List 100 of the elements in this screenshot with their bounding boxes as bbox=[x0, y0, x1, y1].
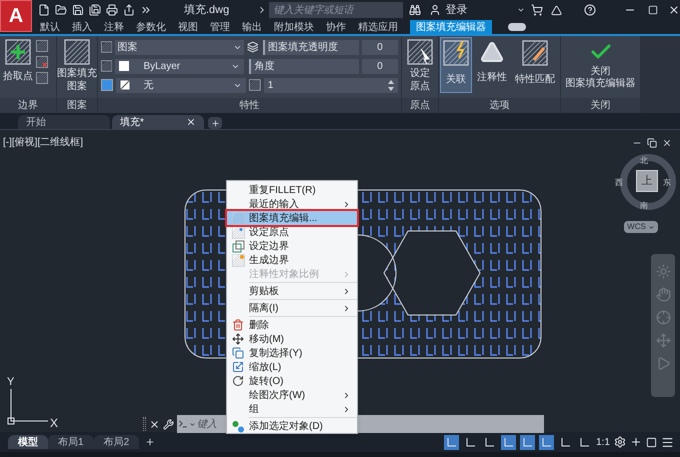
set-origin-button[interactable]: 设定 原点 bbox=[402, 36, 438, 98]
layer-dropdown[interactable]: ByLayer bbox=[115, 58, 244, 74]
panel-title: 选项 bbox=[439, 98, 560, 113]
search-field[interactable]: 键入关键字或短语 bbox=[269, 2, 404, 18]
ribbon-tab[interactable]: 管理 bbox=[210, 20, 230, 34]
share-icon[interactable] bbox=[123, 4, 135, 16]
hatch-edit-icon bbox=[232, 212, 244, 224]
ribbon-tab[interactable]: 图案填充编辑器 bbox=[410, 20, 492, 34]
ribbon-tab[interactable]: 附加模块 bbox=[274, 20, 314, 34]
layout-tab[interactable]: 模型 bbox=[8, 435, 48, 449]
associative-icon bbox=[443, 40, 469, 66]
menu-item[interactable]: 生成边界 bbox=[227, 253, 357, 267]
new-tab-button[interactable] bbox=[208, 117, 222, 129]
option-button[interactable]: 注释性 bbox=[474, 37, 510, 93]
close-icon[interactable] bbox=[668, 4, 680, 16]
panel-title: 特性 bbox=[98, 98, 401, 113]
compass-north: 北 bbox=[640, 155, 648, 167]
ribbon-tab[interactable]: 输出 bbox=[242, 20, 262, 34]
menu-item[interactable]: 隔离(I) bbox=[227, 301, 357, 315]
close-tab-icon[interactable] bbox=[186, 117, 196, 127]
layers-icon[interactable] bbox=[246, 41, 258, 53]
add-layout-icon[interactable] bbox=[145, 437, 156, 447]
ribbon-tab[interactable]: 注释 bbox=[104, 20, 124, 34]
layout-tab[interactable]: 布局1 bbox=[48, 435, 94, 449]
view-cube-face[interactable]: 上 bbox=[636, 170, 658, 192]
angle-value[interactable]: 0 bbox=[362, 58, 398, 74]
menu-item[interactable]: 设定原点 bbox=[227, 225, 357, 239]
workspace-icon[interactable] bbox=[646, 436, 657, 448]
panel-title: 关闭 bbox=[561, 98, 640, 113]
recreate-icon bbox=[36, 72, 48, 84]
corner-icon bbox=[579, 436, 590, 448]
ribbon-tab[interactable]: 默认 bbox=[40, 20, 60, 34]
close-icon[interactable] bbox=[149, 418, 160, 430]
menu-item[interactable]: 设定边界 bbox=[227, 239, 357, 253]
menu-item[interactable]: 重复FILLET(R) bbox=[227, 183, 357, 197]
match-properties-icon bbox=[522, 40, 548, 66]
more-icon[interactable] bbox=[140, 4, 152, 16]
menu-item[interactable]: 组 bbox=[227, 402, 357, 416]
background-color-icon bbox=[101, 79, 113, 91]
boundary-icon bbox=[232, 240, 244, 252]
menu-item[interactable]: 缩放(L) bbox=[227, 360, 357, 374]
document-tab[interactable]: 填充* bbox=[112, 115, 204, 129]
open-folder-icon[interactable] bbox=[55, 4, 67, 16]
angle-field[interactable]: 角度 bbox=[248, 58, 359, 74]
viewport-label[interactable]: [-][俯视][二维线框] bbox=[3, 135, 83, 150]
ribbon-tab[interactable]: 参数化 bbox=[136, 20, 166, 34]
maximize-icon[interactable] bbox=[648, 5, 658, 15]
login-link[interactable]: 登录 bbox=[445, 2, 468, 18]
menu-item[interactable]: 绘图次序(W) bbox=[227, 388, 357, 402]
option-button[interactable]: 关联 bbox=[440, 37, 472, 93]
menu-item[interactable]: 删除 bbox=[227, 318, 357, 332]
corner-icon bbox=[484, 436, 496, 448]
menu-icon[interactable] bbox=[661, 436, 674, 448]
save-as-icon[interactable] bbox=[89, 4, 101, 16]
caret-icon[interactable] bbox=[517, 6, 526, 14]
ucs-dropdown[interactable]: WCS bbox=[624, 221, 658, 233]
background-dropdown[interactable]: 无 bbox=[116, 78, 246, 92]
scale-field[interactable]: 1 bbox=[264, 78, 398, 92]
pattern-type-dropdown[interactable]: 图案 bbox=[115, 40, 244, 54]
select-icon bbox=[36, 40, 48, 52]
caret-icon bbox=[648, 224, 655, 230]
pattern-button[interactable]: 图案填充 图案 bbox=[57, 36, 97, 98]
document-tab[interactable]: 开始 bbox=[18, 115, 110, 129]
binoculars-icon[interactable] bbox=[409, 4, 422, 16]
cart-icon[interactable] bbox=[531, 4, 544, 16]
status-toggle[interactable] bbox=[444, 434, 460, 450]
help-icon[interactable] bbox=[584, 4, 596, 16]
menu-item[interactable]: 最近的输入 bbox=[227, 197, 357, 211]
triangle-icon[interactable] bbox=[551, 4, 562, 16]
status-toggle[interactable] bbox=[520, 434, 536, 450]
restore-icon[interactable] bbox=[647, 138, 657, 148]
close-editor-button[interactable]: 关闭 图案填充编辑器 bbox=[561, 36, 640, 98]
annotation-scale[interactable]: 1:1 bbox=[596, 434, 610, 450]
ribbon-tab[interactable]: 精选应用 bbox=[358, 20, 398, 34]
menu-item[interactable]: 移动(M) bbox=[227, 332, 357, 346]
customize-icon[interactable] bbox=[163, 418, 174, 430]
new-file-icon[interactable] bbox=[38, 4, 50, 16]
status-toggle[interactable] bbox=[501, 434, 516, 450]
menu-item[interactable]: 图案填充编辑... bbox=[227, 211, 357, 225]
settings-icon[interactable] bbox=[614, 436, 626, 448]
plus-icon[interactable] bbox=[630, 436, 642, 448]
transparency-value[interactable]: 0 bbox=[362, 40, 398, 54]
close-icon[interactable] bbox=[662, 138, 672, 148]
layout-tab[interactable]: 布局2 bbox=[94, 435, 140, 449]
ribbon-tab[interactable]: 视图 bbox=[178, 20, 198, 34]
pick-points-button[interactable]: 拾取点 bbox=[3, 39, 33, 98]
transparency-field[interactable]: 图案填充透明度 bbox=[262, 40, 359, 54]
terminal-icon bbox=[178, 419, 188, 429]
print-icon[interactable] bbox=[106, 4, 118, 16]
menu-item[interactable]: 添加选定对象(D) bbox=[227, 419, 357, 433]
status-toggle[interactable] bbox=[539, 434, 554, 450]
option-button[interactable]: 特性匹配 bbox=[512, 37, 558, 93]
menu-item[interactable]: 复制选择(Y) bbox=[227, 346, 357, 360]
ribbon-tab[interactable]: 插入 bbox=[72, 20, 92, 34]
app-logo[interactable]: A bbox=[0, 0, 32, 32]
menu-item[interactable]: 旋转(O) bbox=[227, 374, 357, 388]
move-icon bbox=[232, 333, 244, 345]
menu-item[interactable]: 剪贴板 bbox=[227, 284, 357, 298]
save-icon[interactable] bbox=[72, 4, 84, 16]
ribbon-tab[interactable]: 协作 bbox=[326, 20, 346, 34]
